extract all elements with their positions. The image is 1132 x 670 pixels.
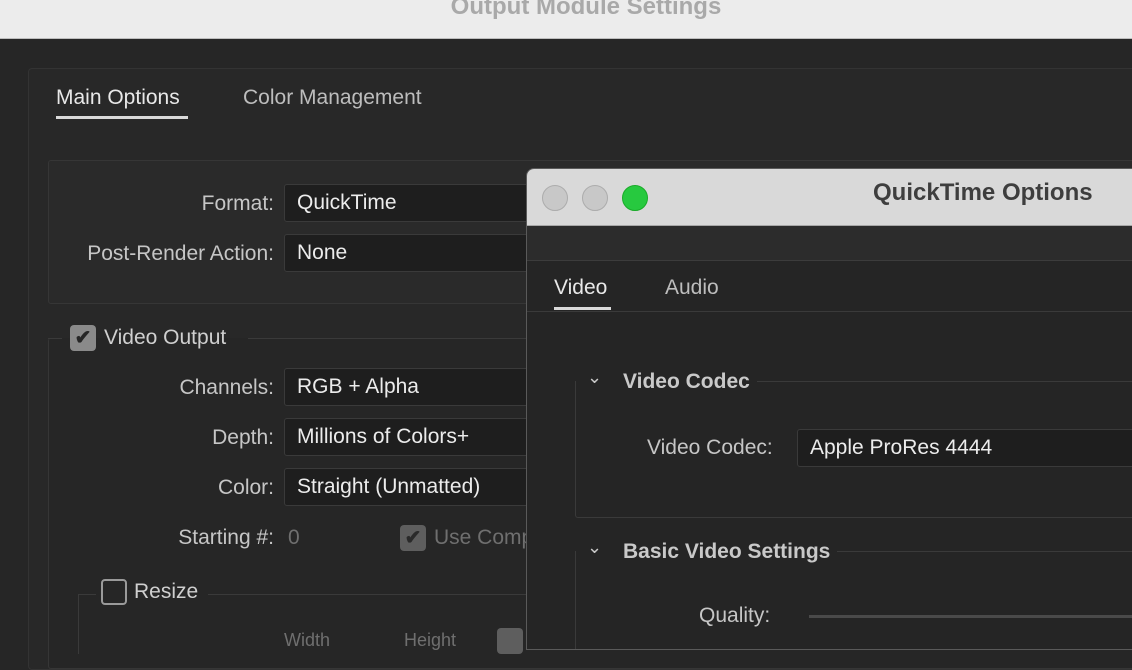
tab-color-management[interactable]: Color Management: [243, 86, 422, 110]
use-comp-checkbox[interactable]: ✔: [400, 525, 426, 551]
video-codec-section-line: [757, 381, 1132, 382]
basic-video-settings-title[interactable]: Basic Video Settings: [623, 540, 830, 564]
resize-width-header: Width: [284, 630, 331, 650]
tab-main-options[interactable]: Main Options: [56, 86, 180, 110]
resize-group-line-left: [78, 594, 96, 595]
zoom-button[interactable]: [622, 185, 648, 211]
quicktime-window-title: QuickTime Options: [873, 179, 1093, 206]
resize-checkbox[interactable]: [101, 579, 127, 605]
video-output-label: Video Output: [104, 326, 227, 349]
starting-number-value[interactable]: 0: [288, 526, 300, 550]
checkmark-icon: ✔: [404, 527, 422, 549]
post-render-action-label: Post-Render Action:: [87, 242, 274, 265]
color-label: Color:: [217, 476, 274, 499]
video-output-group-line-right: [248, 338, 548, 339]
channels-label: Channels:: [179, 376, 274, 399]
resize-height-header: Height: [404, 630, 457, 650]
quicktime-options-window: QuickTime Options Video Audio ⌄ Video Co…: [526, 168, 1132, 650]
checkmark-icon: ✔: [74, 327, 92, 349]
resize-group-line-right: [208, 594, 548, 595]
quicktime-title-bar: QuickTime Options: [527, 169, 1132, 226]
outer-window-title: Output Module Settings: [450, 0, 722, 20]
tab-audio[interactable]: Audio: [665, 276, 719, 300]
depth-label: Depth:: [212, 426, 274, 449]
minimize-button[interactable]: [582, 185, 608, 211]
chevron-down-icon[interactable]: ⌄: [587, 367, 602, 388]
basic-video-settings-line: [837, 551, 1132, 552]
quality-slider[interactable]: [809, 615, 1132, 618]
video-output-checkbox[interactable]: ✔: [70, 325, 96, 351]
resize-label: Resize: [134, 580, 199, 603]
format-label: Format:: [201, 192, 274, 215]
starting-number-label: Starting #:: [178, 526, 274, 549]
quicktime-toolbar-strip: [527, 226, 1132, 261]
video-output-group-line-left: [48, 338, 62, 339]
quality-label: Quality:: [699, 604, 771, 627]
tab-main-options-underline: [56, 116, 188, 119]
chevron-down-icon[interactable]: ⌄: [587, 537, 602, 558]
video-codec-dropdown[interactable]: Apple ProRes 4444: [797, 429, 1132, 467]
basic-video-settings-section: [575, 551, 1132, 649]
tab-video[interactable]: Video: [554, 276, 607, 300]
outer-title-bar: Output Module Settings: [0, 0, 1132, 39]
video-codec-label: Video Codec:: [647, 436, 773, 459]
lock-aspect-checkbox[interactable]: [497, 628, 523, 654]
close-button[interactable]: [542, 185, 568, 211]
video-codec-section-title[interactable]: Video Codec: [623, 370, 750, 394]
tab-video-underline: [554, 307, 611, 310]
tab-divider: [527, 311, 1132, 312]
use-comp-label: Use Comp: [434, 526, 534, 549]
